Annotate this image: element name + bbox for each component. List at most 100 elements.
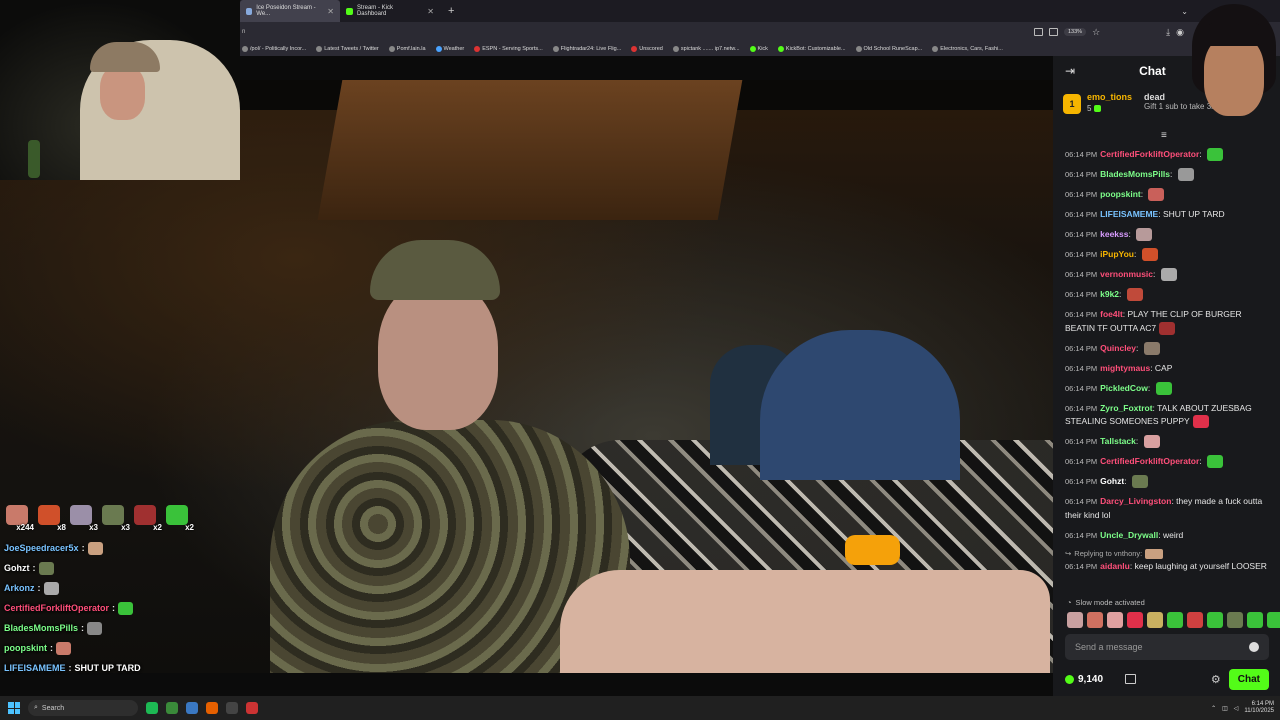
- network-icon[interactable]: ◫: [1222, 705, 1228, 712]
- message-username[interactable]: iPupYou: [1100, 249, 1134, 259]
- message-time: 06:14 PM: [1065, 150, 1098, 159]
- overlay-chat-line: Arkonz:: [4, 578, 264, 598]
- bookmark-item[interactable]: Kick: [749, 46, 768, 52]
- message-username[interactable]: keekss: [1100, 229, 1128, 239]
- new-tab-button[interactable]: +: [440, 5, 462, 17]
- emote-combo: x2: [166, 505, 194, 532]
- message-username[interactable]: aidanlu: [1100, 561, 1130, 571]
- bookmark-star-icon[interactable]: ☆: [1092, 27, 1100, 38]
- bookmark-item[interactable]: Latest Tweets / Twitter: [316, 46, 379, 52]
- message-username[interactable]: Zyro_Foxtrot: [1100, 403, 1152, 413]
- message-username[interactable]: k9k2: [1100, 289, 1119, 299]
- quick-emote-icon[interactable]: [1267, 612, 1280, 628]
- message-username[interactable]: CertifiedForkliftOperator: [1100, 149, 1199, 159]
- chat-message: 06:14 PM k9k2:: [1065, 288, 1273, 302]
- quick-emote-icon[interactable]: [1247, 612, 1263, 628]
- tab-ice-poseidon[interactable]: Ice Poseidon Stream - We... ✕: [240, 0, 340, 22]
- chat-message: 06:14 PM Quincley:: [1065, 341, 1273, 356]
- message-time: 06:14 PM: [1065, 343, 1098, 353]
- firefox-icon[interactable]: [206, 702, 218, 714]
- tab-kick-dashboard[interactable]: Stream - Kick Dashboard ✕: [340, 0, 440, 22]
- channel-points[interactable]: 9,140: [1065, 674, 1103, 685]
- chevron-up-icon[interactable]: ⌃: [1211, 705, 1216, 712]
- quick-emote-icon[interactable]: [1127, 612, 1143, 628]
- browser-tabbar: Ice Poseidon Stream - We... ✕ Stream - K…: [240, 0, 1280, 22]
- search-icon: ⌕: [34, 704, 38, 711]
- message-username[interactable]: LIFEISAMEME: [1100, 209, 1158, 219]
- quick-emote-icon[interactable]: [1147, 612, 1163, 628]
- close-icon[interactable]: ✕: [327, 7, 334, 16]
- close-icon[interactable]: ✕: [427, 7, 434, 16]
- bookmark-item[interactable]: /pol/ - Politically Incor...: [242, 46, 306, 52]
- emoji-picker-icon[interactable]: [1249, 642, 1259, 652]
- reader-icon[interactable]: [1049, 28, 1058, 36]
- taskbar-search[interactable]: ⌕ Search: [28, 700, 138, 716]
- message-text: keep laughing at yourself LOOSER: [1134, 560, 1267, 571]
- message-time: 06:14 PM: [1065, 270, 1098, 279]
- overlay-chat-line: JoeSpeedracer5x:: [4, 538, 264, 558]
- send-chat-button[interactable]: Chat: [1228, 668, 1269, 690]
- chat-input[interactable]: Send a message: [1065, 634, 1269, 660]
- download-icon[interactable]: ⤓: [1166, 27, 1170, 38]
- bookmark-item[interactable]: Weather: [435, 46, 464, 52]
- message-username[interactable]: foe4lt: [1100, 309, 1123, 319]
- quick-emote-icon[interactable]: [1227, 612, 1243, 628]
- bookmark-item[interactable]: Flightradar24: Live Flig...: [552, 46, 621, 52]
- obs-icon[interactable]: [246, 702, 258, 714]
- bookmark-item[interactable]: Pomf.lain.la: [388, 46, 426, 52]
- chat-message: 06:14 PM Darcy_Livingston: they made a fu…: [1065, 496, 1263, 520]
- message-time: 06:14 PM: [1065, 250, 1098, 259]
- quick-emote-icon[interactable]: [1087, 612, 1103, 628]
- message-username[interactable]: Darcy_Livingston: [1100, 496, 1171, 506]
- bookmark-item[interactable]: ESPN - Serving Sports...: [474, 46, 543, 52]
- quick-emote-icon[interactable]: [1167, 612, 1183, 628]
- message-time: 06:14 PM: [1065, 363, 1098, 373]
- bookmark-item[interactable]: KickBot: Customizable...: [777, 46, 846, 52]
- kick-icon: [346, 7, 353, 15]
- message-username[interactable]: Tallstack: [1100, 436, 1136, 446]
- url-text[interactable]: n: [242, 29, 245, 35]
- message-username[interactable]: BladesMomsPills: [1100, 169, 1170, 179]
- windows-start-icon[interactable]: [8, 702, 20, 714]
- bookmark-item[interactable]: Electronics, Cars, Fashi...: [932, 46, 1003, 52]
- message-time: 06:14 PM: [1065, 437, 1098, 446]
- message-username[interactable]: poopskint: [1100, 189, 1141, 199]
- message-username[interactable]: Quincley: [1100, 343, 1136, 353]
- gift-icon: [1094, 105, 1102, 112]
- xbox-icon[interactable]: [166, 702, 178, 714]
- account-icon[interactable]: ◉: [1176, 27, 1184, 38]
- gear-icon[interactable]: ⚙: [1211, 673, 1221, 686]
- message-username[interactable]: PickledCow: [1100, 383, 1148, 393]
- capcut-icon[interactable]: [226, 702, 238, 714]
- message-username[interactable]: vernonmusic: [1100, 269, 1153, 279]
- gift-icon[interactable]: [1125, 674, 1137, 684]
- message-username[interactable]: CertifiedForkliftOperator: [1100, 456, 1199, 466]
- filter-icon[interactable]: ≡: [1161, 130, 1167, 141]
- leader-username: emo_tions: [1087, 92, 1133, 102]
- page-icon[interactable]: [1034, 28, 1043, 36]
- bookmark-item[interactable]: Unscored: [631, 46, 663, 52]
- message-time: 06:14 PM: [1065, 190, 1098, 199]
- bookmark-item[interactable]: Old School RuneScap...: [855, 46, 922, 52]
- quick-emote-icon[interactable]: [1067, 612, 1083, 628]
- steam-icon[interactable]: [186, 702, 198, 714]
- browser-urlbar[interactable]: n 133% ☆ ⤓ ◉: [240, 22, 1280, 42]
- overlay-chat-line: LIFEISAMEME: SHUT UP TARD: [4, 663, 141, 673]
- message-username[interactable]: Gohzt: [1100, 476, 1124, 486]
- message-username[interactable]: Uncle_Drywall: [1100, 530, 1158, 540]
- message-username[interactable]: mightymaus: [1100, 363, 1150, 373]
- message-time: 06:14 PM: [1065, 383, 1098, 393]
- volume-icon[interactable]: ◁: [1234, 705, 1239, 712]
- collapse-chat-icon[interactable]: ⇥: [1065, 64, 1075, 78]
- emote-icon: [1155, 381, 1172, 395]
- quick-emote-icon[interactable]: [1107, 612, 1123, 628]
- zoom-level[interactable]: 133%: [1064, 28, 1087, 36]
- bookmark-item[interactable]: spictank ....... ip7.netw...: [672, 46, 740, 52]
- spotify-icon[interactable]: [146, 702, 158, 714]
- quick-emote-icon[interactable]: [1207, 612, 1223, 628]
- clock[interactable]: 6:14 PM 11/10/2025: [1244, 701, 1274, 715]
- quick-emote-icon[interactable]: [1187, 612, 1203, 628]
- chat-message: 06:14 PM iPupYou:: [1065, 248, 1273, 262]
- overlay-chat-line: CertifiedForkliftOperator:: [4, 598, 264, 618]
- overlay-chat: JoeSpeedracer5x: Gohzt: Arkonz: Certifie…: [4, 538, 264, 678]
